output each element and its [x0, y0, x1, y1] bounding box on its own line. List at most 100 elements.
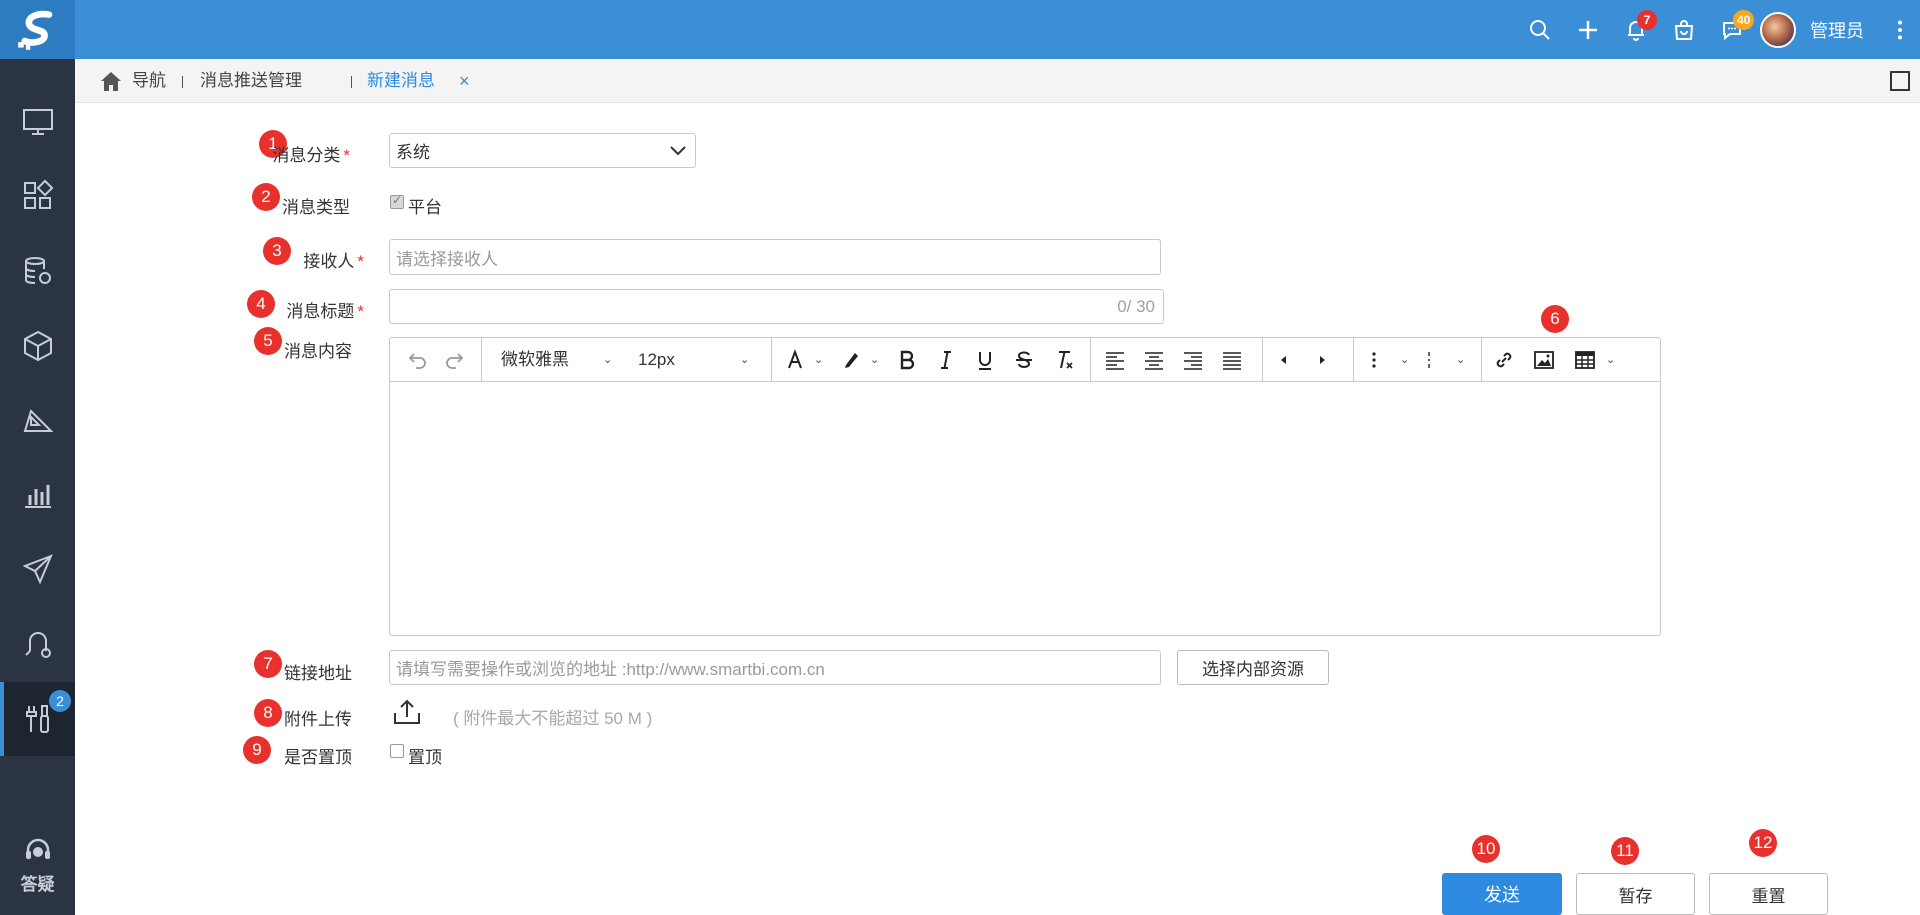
add-button[interactable] [1564, 0, 1612, 59]
toolbar-separator [1090, 338, 1091, 382]
sidebar-item-monitor[interactable] [0, 85, 75, 159]
upload-icon[interactable] [392, 697, 422, 727]
sidebar-item-model[interactable] [0, 309, 75, 383]
chevron-down-icon: ⌄ [1456, 354, 1466, 366]
justify-button[interactable] [1217, 338, 1247, 382]
insert-image-button[interactable] [1529, 338, 1559, 382]
editor-content-area[interactable] [390, 383, 1660, 635]
sidebar-item-tools[interactable]: 2 [0, 682, 75, 756]
italic-button[interactable] [931, 338, 961, 382]
indent-button[interactable] [1310, 338, 1334, 382]
unordered-list-button[interactable] [1362, 338, 1386, 382]
align-right-icon [1184, 352, 1202, 370]
category-select[interactable]: 系统 [389, 133, 696, 168]
marker-12: 12 [1749, 829, 1777, 857]
chevron-down-icon: ⌄ [603, 354, 613, 366]
tools-badge: 2 [49, 690, 71, 712]
type-label: 消息类型 [282, 198, 350, 217]
marker-10: 10 [1472, 835, 1500, 863]
list-dots-icon [1372, 352, 1376, 368]
platform-checkbox[interactable] [390, 193, 404, 209]
chevron-down-icon: ⌄ [814, 354, 824, 366]
font-color-button[interactable] [782, 338, 808, 382]
chevron-down-icon: ⌄ [1400, 354, 1410, 366]
sidebar-item-analysis[interactable] [0, 457, 75, 531]
platform-checkbox-label[interactable]: 平台 [408, 193, 442, 218]
maximize-button[interactable] [1890, 71, 1910, 91]
align-right-button[interactable] [1178, 338, 1208, 382]
highlight-button[interactable] [838, 338, 864, 382]
search-icon [1530, 19, 1550, 40]
sidebar-item-agent[interactable] [0, 607, 75, 681]
attachment-hint: ( 附件最大不能超过 50 M ) [453, 709, 653, 728]
list-numbered-icon [1428, 352, 1430, 368]
image-icon [1534, 351, 1554, 369]
app-logo[interactable] [0, 0, 75, 59]
clear-format-button[interactable] [1050, 338, 1080, 382]
outdent-button[interactable] [1272, 338, 1296, 382]
tab-close-button[interactable]: × [459, 59, 470, 103]
pin-checkbox-label[interactable]: 置顶 [408, 743, 442, 768]
clear-format-icon [1059, 351, 1073, 369]
table-icon [1575, 351, 1595, 369]
tools-icon [25, 705, 49, 733]
undo-button[interactable] [402, 338, 432, 382]
user-name[interactable]: 管理员 [1810, 17, 1864, 43]
breadcrumb-home[interactable]: 导航 [132, 59, 166, 103]
save-draft-button[interactable]: 暂存 [1576, 873, 1695, 915]
toolbar-separator [481, 338, 482, 382]
underline-button[interactable] [970, 338, 1000, 382]
sidebar-item-publish[interactable] [0, 532, 75, 606]
caret-left-icon [1281, 356, 1286, 364]
redo-button[interactable] [440, 338, 470, 382]
bold-button[interactable] [892, 338, 922, 382]
marker-6: 6 [1541, 305, 1569, 333]
more-menu-button[interactable] [1880, 0, 1920, 59]
title-input[interactable]: 0/ 30 [389, 289, 1164, 324]
insert-link-button[interactable] [1489, 338, 1519, 382]
breadcrumb-parent[interactable]: 消息推送管理 [200, 59, 302, 103]
more-vertical-icon [1897, 20, 1903, 39]
category-value: 系统 [396, 143, 430, 162]
align-center-button[interactable] [1139, 338, 1169, 382]
database-gear-icon [24, 257, 51, 284]
home-icon[interactable] [99, 70, 123, 92]
strikethrough-button[interactable] [1009, 338, 1039, 382]
redo-icon [446, 353, 464, 369]
toolbar-separator [771, 338, 772, 382]
notification-button[interactable]: 7 [1612, 0, 1660, 59]
sidebar-item-apps[interactable] [0, 159, 75, 233]
rich-text-editor: 微软雅黑 ⌄ 12px ⌄ ⌄ ⌄ ⌄ ⌄ ⌄ [389, 337, 1661, 636]
link-icon [1496, 352, 1512, 368]
tab-new-message[interactable]: 新建消息 [367, 59, 435, 103]
avatar[interactable] [1760, 11, 1796, 48]
sidebar-item-design[interactable] [0, 383, 75, 457]
reset-button[interactable]: 重置 [1709, 873, 1828, 915]
toolbar-separator [1481, 338, 1482, 382]
link-input[interactable]: 请填写需要操作或浏览的地址 :http://www.smartbi.com.cn [389, 650, 1161, 685]
pin-checkbox[interactable] [390, 744, 404, 758]
content-label: 消息内容 [284, 342, 352, 361]
editor-toolbar: 微软雅黑 ⌄ 12px ⌄ ⌄ ⌄ ⌄ ⌄ ⌄ [390, 338, 1660, 382]
align-left-button[interactable] [1100, 338, 1130, 382]
attachment-label: 附件上传 [284, 710, 352, 729]
send-button[interactable]: 发送 [1442, 873, 1562, 915]
toolbar-separator [1262, 338, 1263, 382]
title-counter: 0/ 30 [1117, 297, 1155, 316]
sidebar-item-data[interactable] [0, 234, 75, 308]
font-family-select[interactable]: 微软雅黑 [501, 338, 569, 382]
select-internal-resource-button[interactable]: 选择内部资源 [1177, 650, 1329, 685]
store-button[interactable] [1660, 0, 1708, 59]
caret-right-icon [1320, 356, 1325, 364]
marker-11: 11 [1611, 837, 1639, 865]
search-button[interactable] [1516, 0, 1564, 59]
toolbar-separator [1353, 338, 1354, 382]
chevron-down-icon: ⌄ [1606, 354, 1616, 366]
font-size-select[interactable]: 12px [638, 338, 675, 382]
insert-table-button[interactable] [1570, 338, 1600, 382]
top-actions: 7 40 管理员 [1516, 0, 1920, 59]
help-button[interactable]: 答疑 [0, 836, 75, 895]
ordered-list-button[interactable] [1417, 338, 1441, 382]
receiver-input[interactable]: 请选择接收人 [389, 239, 1161, 275]
message-button[interactable]: 40 [1708, 0, 1756, 59]
